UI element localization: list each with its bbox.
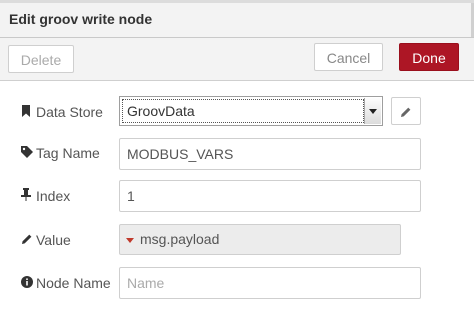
pencil-icon xyxy=(400,105,412,123)
delete-button[interactable]: Delete xyxy=(8,45,74,73)
data-store-label-text: Data Store xyxy=(36,104,103,120)
done-button[interactable]: Done xyxy=(399,43,459,71)
node-form: Data Store GroovData Tag Name MODBUS_VAR… xyxy=(0,81,474,321)
tag-name-label: Tag Name xyxy=(21,145,100,161)
index-label-text: Index xyxy=(36,188,71,204)
node-name-input[interactable] xyxy=(119,267,421,299)
index-input[interactable]: 1 xyxy=(119,180,421,212)
index-label: Index xyxy=(21,188,70,204)
tag-name-input[interactable]: MODBUS_VARS xyxy=(119,138,421,170)
value-text: msg.payload xyxy=(140,231,220,247)
dialog-header: Edit groov write node xyxy=(0,3,474,38)
bookmark-icon xyxy=(21,104,33,120)
dialog-toolbar: Delete Cancel Done xyxy=(0,38,474,81)
data-store-selected: GroovData xyxy=(122,99,364,123)
dialog-title: Edit groov write node xyxy=(9,11,153,27)
node-name-label-text: Node Name xyxy=(36,275,111,291)
pencil-icon xyxy=(21,232,33,248)
cancel-button[interactable]: Cancel xyxy=(314,43,383,71)
value-label: Value xyxy=(21,232,71,248)
tag-name-label-text: Tag Name xyxy=(36,145,100,161)
node-name-label: Node Name xyxy=(21,275,111,291)
thumbtack-icon xyxy=(21,188,33,204)
dropdown-arrow[interactable] xyxy=(364,98,381,124)
chevron-down-icon xyxy=(369,109,377,114)
value-label-text: Value xyxy=(36,232,71,248)
edit-data-store-button[interactable] xyxy=(391,97,421,125)
info-circle-icon xyxy=(21,275,33,291)
value-typed-input[interactable]: msg.payload xyxy=(119,224,401,255)
data-store-label: Data Store xyxy=(21,104,103,120)
tag-icon xyxy=(21,145,33,161)
caret-down-icon[interactable] xyxy=(126,238,134,243)
data-store-select[interactable]: GroovData xyxy=(119,96,383,126)
